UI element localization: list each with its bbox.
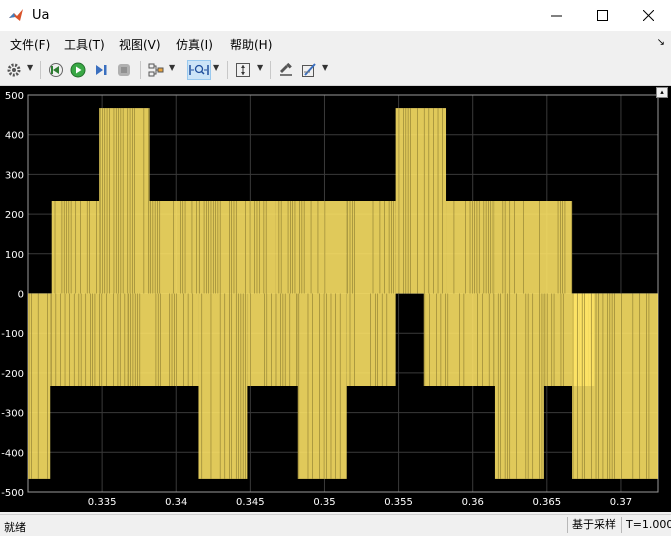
trace-segment: [28, 293, 51, 479]
trace-segment: [127, 293, 199, 387]
step-forward-icon[interactable]: [91, 60, 111, 80]
x-tick-label: 0.365: [533, 497, 562, 508]
matlab-icon: [9, 9, 23, 21]
x-tick-label: 0.345: [236, 497, 265, 508]
stop-icon[interactable]: [114, 60, 134, 80]
y-tick-label: -400: [1, 448, 24, 459]
trace-segment: [494, 200, 573, 294]
trace-segment: [51, 200, 100, 294]
x-tick-label: 0.35: [313, 497, 335, 508]
close-button[interactable]: [625, 0, 671, 31]
trace-segment: [346, 200, 396, 294]
menu-bar: 文件(F) 工具(T) 视图(V) 仿真(I) 帮助(H) ↘: [0, 31, 671, 55]
toolbar: ▼ ▼ ▼ ▼ ▼: [0, 55, 671, 86]
gear-icon[interactable]: [4, 60, 24, 80]
signal-select-icon[interactable]: [146, 60, 166, 80]
y-tick-label: -300: [1, 409, 24, 420]
sample-mode: 基于采样: [567, 517, 618, 533]
menu-pin-icon[interactable]: ↘: [657, 37, 665, 48]
y-tick-label: -200: [1, 369, 24, 380]
scope-plot: 500 400 300 200 100 0 -100 -200 -300 -400 -500 0.33…: [1, 91, 659, 508]
trace-segment: [423, 293, 495, 387]
undock-icon[interactable]: ▴: [656, 87, 668, 98]
status-text: 就绪: [4, 521, 26, 534]
y-tick-label: 500: [5, 91, 24, 102]
y-tick-label: 300: [5, 170, 24, 181]
x-tick-label: 0.36: [462, 497, 484, 508]
trace-segment: [198, 293, 248, 479]
trace-segment: [99, 108, 150, 294]
y-tick-label: 200: [5, 210, 24, 221]
trace-segment: [149, 200, 199, 294]
trace-segment: [446, 200, 495, 294]
close-icon: [642, 10, 654, 21]
run-icon[interactable]: [68, 60, 88, 80]
zoom-dropdown-icon[interactable]: ▼: [213, 63, 219, 72]
trace-segment: [50, 293, 128, 387]
minimize-icon: [550, 15, 562, 17]
window-title: Ua: [32, 8, 50, 23]
trace-segment: [572, 293, 658, 479]
title-bar: Ua: [0, 0, 671, 31]
x-tick-label: 0.37: [610, 497, 632, 508]
style-dropdown-icon[interactable]: ▼: [322, 63, 328, 72]
menu-file[interactable]: 文件(F): [10, 36, 50, 53]
highlight-icon[interactable]: [276, 60, 296, 80]
scope-display[interactable]: 500 400 300 200 100 0 -100 -200 -300 -400 -500 0.33…: [0, 86, 671, 512]
menu-tools[interactable]: 工具(T): [64, 36, 105, 53]
step-back-icon[interactable]: [46, 60, 66, 80]
trace-segment: [494, 293, 544, 479]
menu-help[interactable]: 帮助(H): [230, 36, 272, 53]
zoom-x-icon[interactable]: [187, 60, 211, 80]
y-tick-label: 0: [18, 290, 24, 301]
y-tick-label: 100: [5, 250, 24, 261]
style-icon[interactable]: [299, 60, 319, 80]
trace-segment: [247, 293, 298, 387]
y-tick-label: -100: [1, 329, 24, 340]
trace-segment: [275, 200, 347, 294]
menu-simulation[interactable]: 仿真(I): [176, 36, 213, 53]
minimize-button[interactable]: [533, 0, 579, 31]
x-tick-label: 0.335: [88, 497, 117, 508]
maximize-icon: [596, 10, 608, 21]
time-readout: T=1.000: [621, 517, 671, 533]
scale-dropdown-icon[interactable]: ▼: [257, 63, 263, 72]
y-tick-label: 400: [5, 131, 24, 142]
trace-segment: [346, 293, 396, 387]
signal-dropdown-icon[interactable]: ▼: [169, 63, 175, 72]
menu-view[interactable]: 视图(V): [119, 36, 161, 53]
trace-segment: [395, 108, 447, 294]
maximize-button[interactable]: [579, 0, 625, 31]
trace-segment: [297, 293, 347, 479]
trace-segment: [198, 200, 276, 294]
settings-dropdown-icon[interactable]: ▼: [27, 63, 33, 72]
scale-y-icon[interactable]: [233, 60, 253, 80]
x-tick-label: 0.34: [165, 497, 187, 508]
status-bar: 就绪 基于采样 T=1.000: [0, 514, 671, 536]
y-tick-label: -500: [1, 488, 24, 499]
x-tick-label: 0.355: [384, 497, 413, 508]
